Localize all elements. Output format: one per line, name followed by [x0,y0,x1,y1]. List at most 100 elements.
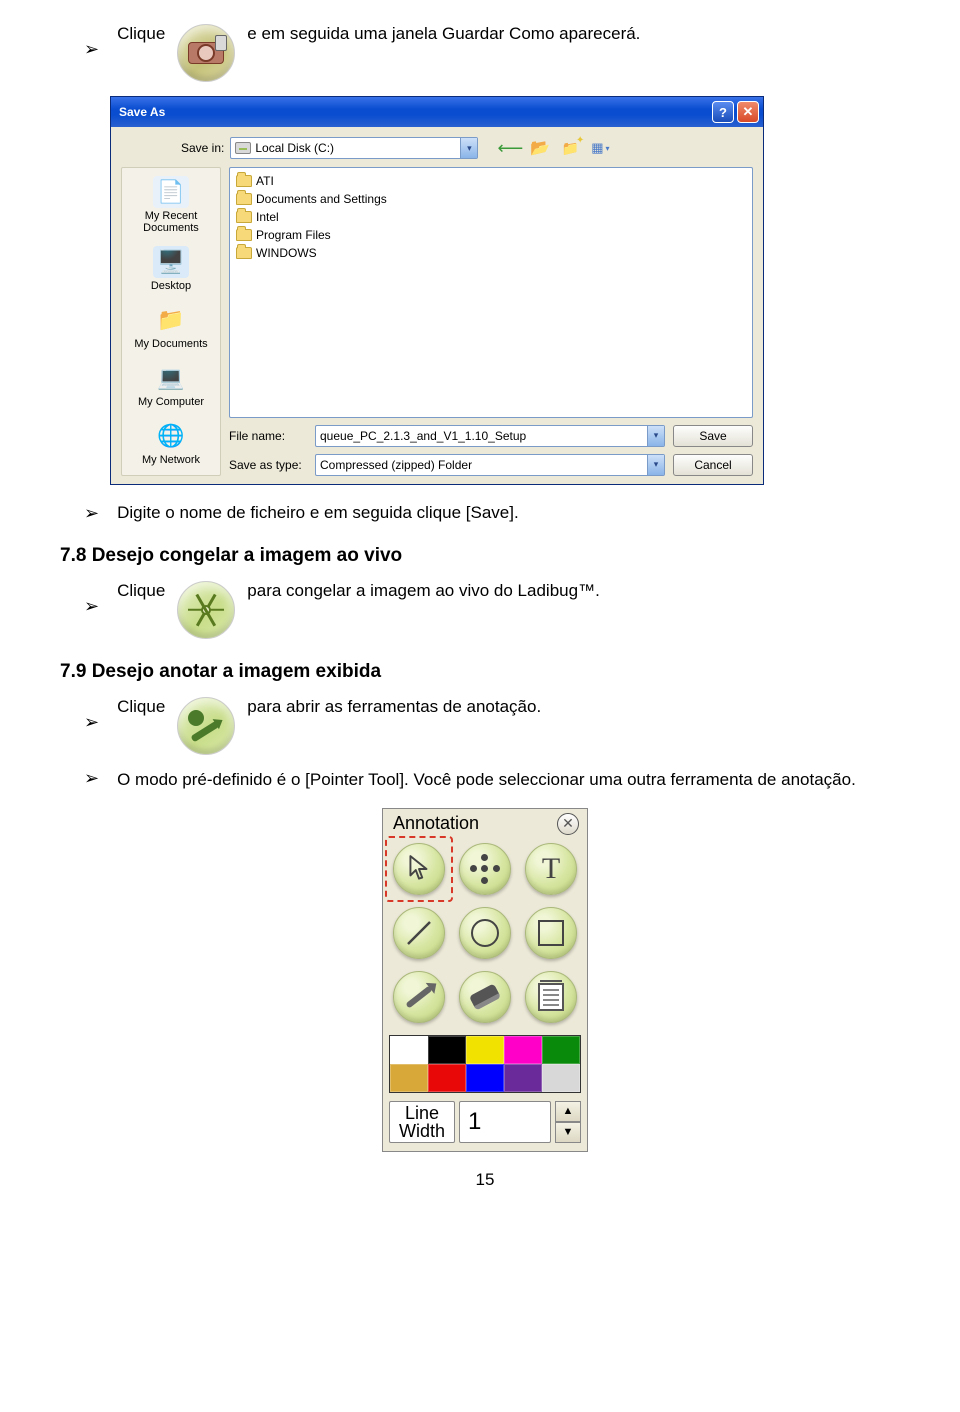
line-width-down-button[interactable]: ▼ [555,1122,581,1143]
swatch[interactable] [390,1036,428,1064]
file-list[interactable]: ATI Documents and Settings Intel Program… [229,167,753,418]
bullet-arrow-icon: ➢ [84,504,99,522]
color-swatches [389,1035,581,1093]
disk-icon [235,142,251,154]
snowflake-icon [177,581,235,639]
folder-icon [236,247,252,259]
nav-view-icon[interactable]: ▦▾ [588,137,612,159]
place-desktop[interactable]: 🖥️ Desktop [126,242,216,296]
annotation-panel: Annotation ✕ T [382,808,588,1152]
bullet-arrow-icon: ➢ [84,769,99,787]
eraser-icon [469,983,501,1010]
save-in-label: Save in: [181,141,224,155]
line-width-value[interactable]: 1 [459,1101,551,1143]
place-recent[interactable]: 📄 My Recent Documents [126,172,216,238]
cancel-button[interactable]: Cancel [673,454,753,476]
bullet-click-freeze: ➢ Clique para congelar a imagem ao vivo … [84,581,910,639]
step1-suffix: e em seguida uma janela Guardar Como apa… [247,24,640,44]
type-label: Save as type: [229,458,307,472]
bullet-click-camera: ➢ Clique e em seguida uma janela Guardar… [84,24,910,82]
save-button[interactable]: Save [673,425,753,447]
page-number: 15 [60,1170,910,1190]
folder-icon [236,175,252,187]
bullet-type-filename: ➢ Digite o nome de ficheiro e em seguida… [84,503,910,523]
bullet-arrow-icon: ➢ [84,713,99,731]
folder-icon [236,229,252,241]
nav-back-icon[interactable]: ⟵ [498,137,522,159]
place-mycomputer[interactable]: 💻 My Computer [126,358,216,412]
folder-item[interactable]: Intel [236,208,746,226]
eraser-tool-button[interactable] [459,971,511,1023]
notepad-tool-button[interactable] [525,971,577,1023]
folder-item[interactable]: WINDOWS [236,244,746,262]
dialog-titlebar: Save As ? ✕ [111,97,763,127]
chevron-down-icon: ▾ [647,426,664,446]
move-tool-button[interactable] [459,843,511,895]
desktop-icon: 🖥️ [153,246,189,278]
step3-prefix: Clique [117,581,165,601]
rectangle-tool-button[interactable] [525,907,577,959]
move-icon [470,854,500,884]
place-mydocs[interactable]: 📁 My Documents [126,300,216,354]
folder-icon [236,211,252,223]
line-width-label: Line Width [389,1101,455,1143]
step1-prefix: Clique [117,24,165,44]
nav-new-folder-icon[interactable]: 📁✦ [558,137,582,159]
type-select[interactable]: Compressed (zipped) Folder ▾ [315,454,665,476]
swatch[interactable] [542,1036,580,1064]
recent-icon: 📄 [153,176,189,208]
swatch[interactable] [466,1036,504,1064]
mycomputer-icon: 💻 [153,362,189,394]
swatch[interactable] [504,1064,542,1092]
square-icon [538,920,564,946]
line-tool-button[interactable] [393,907,445,959]
step3-suffix: para congelar a imagem ao vivo do Ladibu… [247,581,600,601]
bullet-pointer-default: ➢ O modo pré-definido é o [Pointer Tool]… [84,769,910,792]
folder-icon [236,193,252,205]
swatch[interactable] [428,1036,466,1064]
swatch[interactable] [428,1064,466,1092]
bullet-arrow-icon: ➢ [84,40,99,58]
place-network[interactable]: 🌐 My Network [126,416,216,470]
swatch[interactable] [542,1064,580,1092]
annotation-title: Annotation [393,813,479,834]
swatch[interactable] [390,1064,428,1092]
pencil-icon [405,985,432,1008]
places-bar: 📄 My Recent Documents 🖥️ Desktop 📁 My Do… [121,167,221,476]
annotate-pen-icon [177,697,235,755]
notepad-icon [538,983,564,1011]
bullet-arrow-icon: ➢ [84,597,99,615]
save-as-dialog: Save As ? ✕ Save in: Local Disk (C:) ▾ ⟵… [110,96,764,485]
close-button[interactable]: ✕ [737,101,759,123]
filename-input[interactable]: queue_PC_2.1.3_and_V1_1.10_Setup ▾ [315,425,665,447]
heading-7-8: 7.8 Desejo congelar a imagem ao vivo [60,545,910,567]
bullet-click-annotate: ➢ Clique para abrir as ferramentas de an… [84,697,910,755]
pencil-tool-button[interactable] [393,971,445,1023]
close-icon[interactable]: ✕ [557,813,579,835]
step4-prefix: Clique [117,697,165,717]
swatch[interactable] [504,1036,542,1064]
circle-icon [471,919,499,947]
dialog-title: Save As [119,105,165,119]
step4-suffix: para abrir as ferramentas de anotação. [247,697,541,717]
chevron-down-icon: ▾ [460,138,477,158]
folder-item[interactable]: Documents and Settings [236,190,746,208]
text-tool-button[interactable]: T [525,843,577,895]
save-in-select[interactable]: Local Disk (C:) ▾ [230,137,478,159]
folder-item[interactable]: ATI [236,172,746,190]
help-button[interactable]: ? [712,101,734,123]
camera-icon [177,24,235,82]
selection-highlight [385,836,453,902]
folder-item[interactable]: Program Files [236,226,746,244]
mydocs-icon: 📁 [153,304,189,336]
heading-7-9: 7.9 Desejo anotar a imagem exibida [60,661,910,683]
filename-label: File name: [229,429,307,443]
network-icon: 🌐 [153,420,189,452]
chevron-down-icon: ▾ [647,455,664,475]
circle-tool-button[interactable] [459,907,511,959]
step2-text: Digite o nome de ficheiro e em seguida c… [117,503,519,523]
nav-up-icon[interactable]: 📂 [528,137,552,159]
line-width-up-button[interactable]: ▲ [555,1101,581,1122]
swatch[interactable] [466,1064,504,1092]
step5-text: O modo pré-definido é o [Pointer Tool]. … [117,769,856,792]
